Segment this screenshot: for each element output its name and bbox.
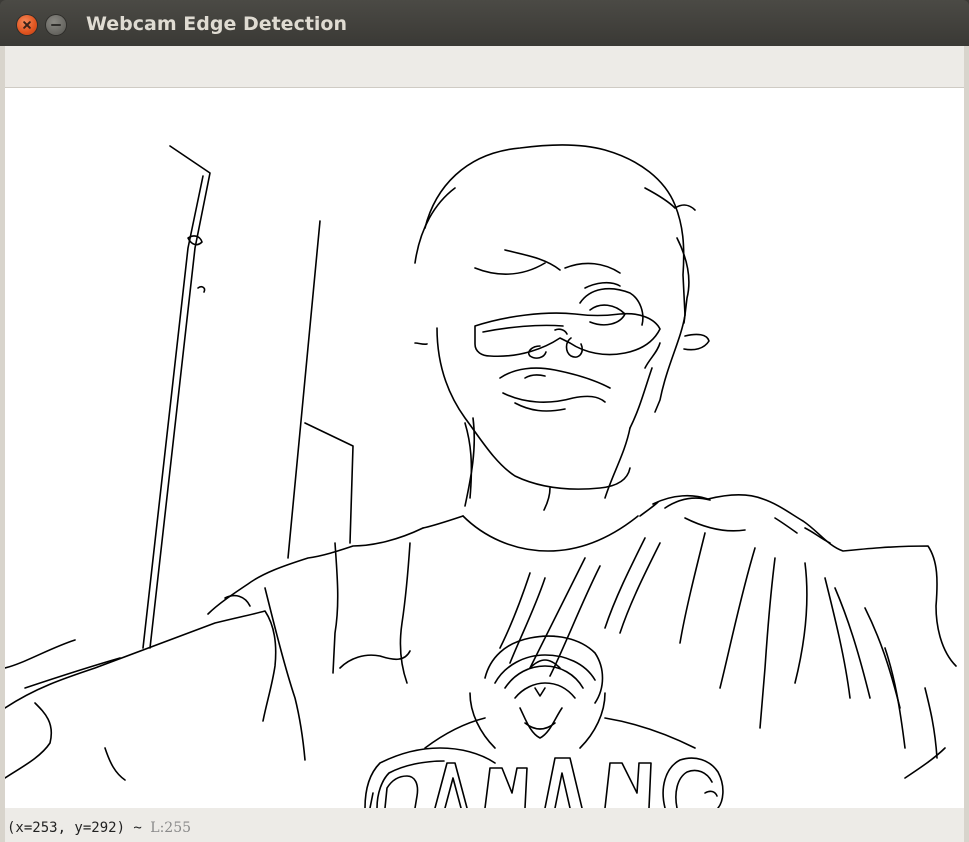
image-canvas[interactable] [5, 88, 964, 808]
pixel-luminance: L:255 [150, 820, 192, 836]
status-bar: (x=253, y=292) ~ L:255 [5, 808, 964, 842]
status-coordinates: (x=253, y=292) ~ L:255 [7, 820, 191, 836]
toolbar [5, 46, 964, 88]
minimize-icon[interactable] [46, 15, 66, 35]
edge-detection-image [5, 144, 957, 808]
window-border-right [964, 46, 969, 842]
window-title: Webcam Edge Detection [86, 13, 348, 35]
close-icon[interactable] [17, 15, 37, 35]
cursor-coordinates: (x=253, y=292) ~ [7, 820, 151, 836]
window-titlebar[interactable]: Webcam Edge Detection [0, 0, 969, 46]
